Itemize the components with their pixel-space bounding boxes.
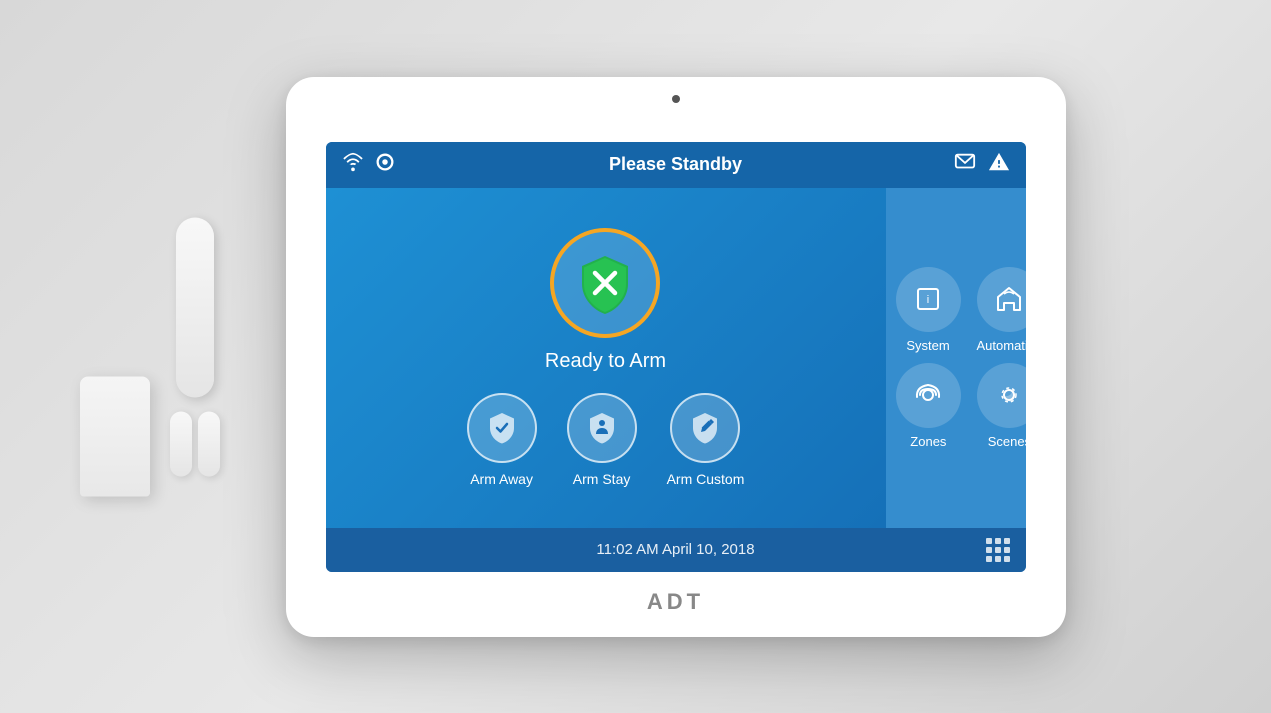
bottom-bar: 11:02 AM April 10, 2018 [326,528,1026,572]
arm-stay-button[interactable]: Arm Stay [567,393,637,487]
wifi-icon [342,151,364,178]
arm-custom-label: Arm Custom [667,471,745,487]
contact-sensor-tall [176,217,214,397]
status-bar: Please Standby [326,142,1026,188]
ready-to-arm-label: Ready to Arm [545,350,666,373]
screen: Please Standby [326,142,1026,572]
grid-row-2: Zones [896,363,1026,449]
right-panel: i System [886,188,1026,528]
hardware-devices [80,217,220,496]
timestamp: 11:02 AM April 10, 2018 [596,541,754,558]
left-panel: Ready to Arm Ar [326,188,886,528]
arm-away-button[interactable]: Arm Away [467,393,537,487]
sync-icon [374,151,396,178]
warning-icon[interactable] [988,151,1010,178]
scenes-label: Scenes [988,434,1026,449]
system-label: System [906,338,949,353]
grid-row-1: i System [896,267,1026,353]
zones-button[interactable]: Zones [896,363,961,449]
scene: Please Standby [0,0,1271,713]
automation-button[interactable]: Automation [977,267,1026,353]
adt-panel: Please Standby [286,77,1066,637]
system-button[interactable]: i System [896,267,961,353]
arm-custom-button[interactable]: Arm Custom [667,393,745,487]
automation-label: Automation [977,338,1026,353]
contact-sensor-small-1 [170,411,192,476]
brand-label: ADT [647,589,704,615]
zones-label: Zones [910,434,946,449]
ready-to-arm-button[interactable] [550,228,660,338]
scenes-button[interactable]: Scenes [977,363,1026,449]
action-row: Arm Away [467,393,745,487]
contact-sensor-group [170,217,220,476]
apps-button[interactable] [986,538,1010,562]
motion-sensor [80,376,150,496]
arm-away-label: Arm Away [470,471,533,487]
contact-sensor-small-2 [198,411,220,476]
message-icon[interactable] [954,151,976,178]
main-content: Ready to Arm Ar [326,188,1026,528]
svg-text:i: i [927,294,929,306]
arm-stay-label: Arm Stay [573,471,631,487]
status-title: Please Standby [564,154,787,175]
shield-container: Ready to Arm [545,228,666,373]
